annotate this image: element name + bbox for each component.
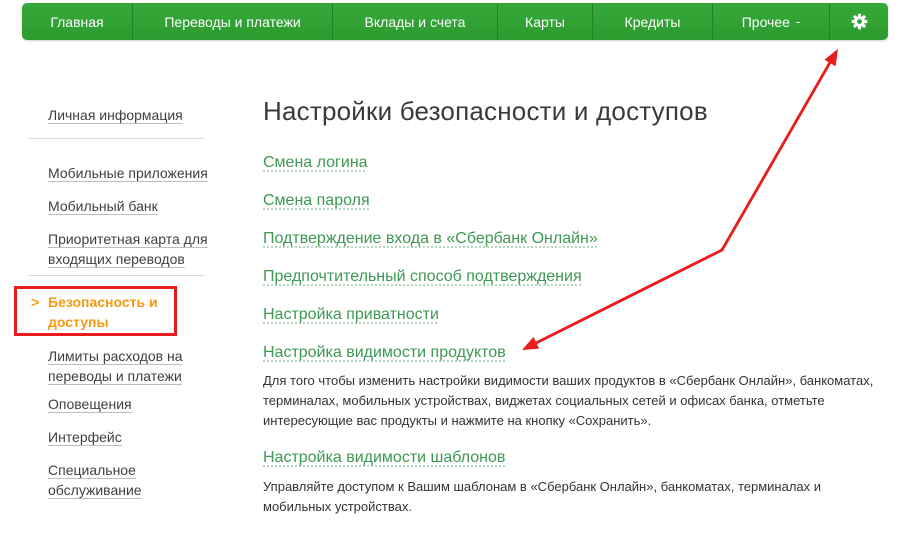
link-change-login[interactable]: Смена логина <box>263 154 368 171</box>
nav-item-settings[interactable] <box>830 3 888 40</box>
link-product-visibility[interactable]: Настройка видимости продуктов <box>263 344 506 361</box>
nav-item-transfers-payments[interactable]: Переводы и платежи <box>133 3 333 40</box>
annotation-arrowhead-top <box>824 49 838 66</box>
sidebar-divider <box>28 275 205 276</box>
nav-item-cards[interactable]: Карты <box>498 3 593 40</box>
sidebar-item-special-service[interactable]: Специальное обслуживание <box>48 460 208 500</box>
link-privacy-settings[interactable]: Настройка приватности <box>263 306 439 323</box>
nav-item-more[interactable]: Прочее - <box>713 3 830 40</box>
sidebar-item-interface[interactable]: Интерфейс <box>48 427 208 447</box>
page-title: Настройки безопасности и доступов <box>263 96 875 127</box>
gear-icon <box>850 12 869 31</box>
chevron-right-icon: > <box>31 292 39 312</box>
sidebar: Личная информация Мобильные приложения М… <box>48 105 208 513</box>
sidebar-item-spending-limits[interactable]: Лимиты расходов на переводы и платежи <box>48 346 208 386</box>
sidebar-item-mobile-apps[interactable]: Мобильные приложения <box>48 163 208 183</box>
top-navbar: Главная Переводы и платежи Вклады и счет… <box>22 3 888 40</box>
nav-item-credits[interactable]: Кредиты <box>593 3 713 40</box>
sidebar-item-mobile-bank[interactable]: Мобильный банк <box>48 196 208 216</box>
link-login-confirmation[interactable]: Подтверждение входа в «Сбербанк Онлайн» <box>263 230 598 247</box>
sidebar-item-priority-card[interactable]: Приоритетная карта для входящих переводо… <box>48 229 208 269</box>
sidebar-item-label: Безопасность и доступы <box>48 294 158 330</box>
sidebar-item-notifications[interactable]: Оповещения <box>48 394 208 414</box>
nav-item-home[interactable]: Главная <box>22 3 133 40</box>
nav-item-more-label: Прочее <box>742 14 790 30</box>
link-preferred-confirmation-method[interactable]: Предпочтительный способ подтверждения <box>263 268 582 285</box>
link-change-password[interactable]: Смена пароля <box>263 192 370 209</box>
link-template-visibility[interactable]: Настройка видимости шаблонов <box>263 449 505 466</box>
sidebar-divider <box>28 138 205 139</box>
product-visibility-description: Для того чтобы изменить настройки видимо… <box>263 371 875 431</box>
main-content: Настройки безопасности и доступов Смена … <box>263 96 875 517</box>
nav-item-deposits-accounts[interactable]: Вклады и счета <box>333 3 498 40</box>
template-visibility-description: Управляйте доступом к Вашим шаблонам в «… <box>263 477 875 517</box>
page: Главная Переводы и платежи Вклады и счет… <box>0 0 909 548</box>
sidebar-item-personal-info[interactable]: Личная информация <box>48 105 208 125</box>
dropdown-caret-icon: - <box>796 14 800 29</box>
sidebar-item-security-access[interactable]: > Безопасность и доступы <box>48 292 208 332</box>
